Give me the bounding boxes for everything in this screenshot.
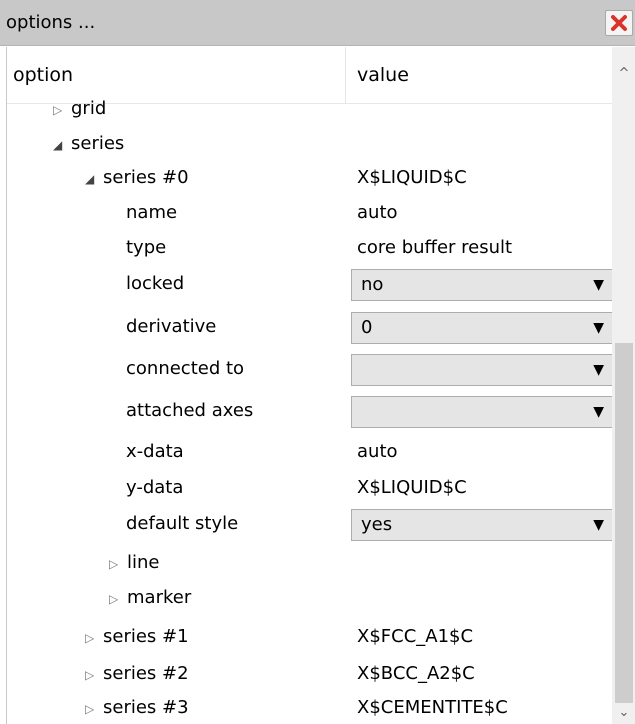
option-value: auto [357,202,398,223]
option-value: X$CEMENTITE$C [357,697,508,718]
option-value: X$FCC_A1$C [357,626,474,647]
option-label-text: marker [127,587,192,608]
option-label: default style [126,507,238,541]
options-tree-panel: option value ▷ grid ◢ series ◢ series #0 X$LIQ… [6,47,635,724]
option-value: X$BCC_A2$C [357,663,475,684]
tree-row-series-3[interactable]: ▷ series #3 X$CEMENTITE$C [7,691,612,724]
option-label-text: connected to [126,358,245,379]
tree-row-series-1[interactable]: ▷ series #1 X$FCC_A1$C [7,620,612,654]
collapsed-triangle-icon[interactable]: ▷ [109,547,121,581]
tree-row-connected-to[interactable]: connected to ▼ [7,352,614,386]
dropdown-arrow-icon[interactable]: ▼ [593,355,604,385]
option-label: y-data [126,471,183,505]
dropdown-arrow-icon[interactable]: ▼ [593,510,604,540]
collapsed-triangle-icon[interactable]: ▷ [85,658,97,692]
derivative-dropdown[interactable]: 0 ▼ [351,312,614,344]
close-x-icon [611,15,627,31]
option-value: X$LIQUID$C [357,167,467,188]
option-label-text: x-data [126,441,184,462]
dropdown-selected-value: 0 [361,317,373,338]
collapsed-triangle-icon[interactable]: ▷ [109,582,121,616]
option-label: ▷ grid [53,92,106,126]
option-label-text: series #1 [103,626,189,647]
option-label: ▷ series #3 [85,691,189,724]
tree-row-line[interactable]: ▷ line [7,546,612,580]
option-label-text: series #0 [103,167,189,188]
dropdown-selected-value: no [361,274,384,295]
option-label: connected to [126,352,244,386]
scroll-up-arrow-icon[interactable]: ^ [612,63,635,85]
option-label: attached axes [126,394,253,428]
option-label: name [126,196,177,230]
default-style-dropdown[interactable]: yes ▼ [351,509,614,541]
scrollbar-thumb[interactable] [615,343,633,703]
option-label: ◢ series #0 [85,161,189,195]
option-label-text: series #3 [103,697,189,718]
tree-row-grid[interactable]: ▷ grid [7,92,612,126]
collapsed-triangle-icon[interactable]: ▷ [53,93,65,127]
tree-row-series-0[interactable]: ◢ series #0 X$LIQUID$C [7,161,612,195]
option-label: ▷ series #1 [85,620,189,654]
collapsed-triangle-icon[interactable]: ▷ [85,692,97,724]
option-label: ▷ line [109,546,159,580]
tree-row-series-2[interactable]: ▷ series #2 X$BCC_A2$C [7,657,612,691]
attached-axes-dropdown[interactable]: ▼ [351,396,614,428]
option-label-text: grid [71,98,107,119]
tree-row-name[interactable]: name auto [7,196,612,230]
locked-dropdown[interactable]: no ▼ [351,269,614,301]
option-label-text: default style [126,513,239,534]
option-label: ▷ series #2 [85,657,189,691]
option-label-text: line [127,552,160,573]
tree-row-marker[interactable]: ▷ marker [7,581,612,615]
dropdown-arrow-icon[interactable]: ▼ [593,313,604,343]
option-label-text: derivative [126,316,217,337]
option-label-text: attached axes [126,400,254,421]
dropdown-arrow-icon[interactable]: ▼ [593,397,604,427]
option-label: ◢ series [53,127,124,161]
option-label-text: name [126,202,178,223]
tree-row-x-data[interactable]: x-data auto [7,435,612,469]
tree-row-y-data[interactable]: y-data X$LIQUID$C [7,471,612,505]
option-label: ▷ marker [109,581,191,615]
option-label-text: locked [126,273,185,294]
connected-to-dropdown[interactable]: ▼ [351,354,614,386]
option-label-text: series #2 [103,663,189,684]
option-value: X$LIQUID$C [357,477,467,498]
dropdown-arrow-icon[interactable]: ▼ [593,270,604,300]
option-value: core buffer result [357,237,513,258]
option-label: type [126,231,166,265]
tree-row-series[interactable]: ◢ series [7,127,612,161]
option-value: auto [357,441,398,462]
tree-row-attached-axes[interactable]: attached axes ▼ [7,394,614,428]
tree-row-derivative[interactable]: derivative 0 ▼ [7,310,614,344]
option-label-text: series [71,133,125,154]
dropdown-selected-value: yes [361,514,393,535]
scroll-down-arrow-icon[interactable]: ⌄ [612,702,635,724]
expanded-triangle-icon[interactable]: ◢ [85,162,97,196]
expanded-triangle-icon[interactable]: ◢ [53,128,65,162]
close-button[interactable] [605,10,633,36]
window-title: options ... [6,12,96,33]
option-label: locked [126,267,184,301]
option-label: x-data [126,435,184,469]
tree-row-locked[interactable]: locked no ▼ [7,267,614,301]
window-titlebar: options ... [0,0,635,46]
vertical-scrollbar[interactable]: ^ ⌄ [612,47,635,724]
collapsed-triangle-icon[interactable]: ▷ [85,621,97,655]
tree-row-default-style[interactable]: default style yes ▼ [7,507,614,541]
tree-row-type[interactable]: type core buffer result [7,231,612,265]
option-label-text: y-data [126,477,184,498]
option-label-text: type [126,237,167,258]
option-label: derivative [126,310,216,344]
